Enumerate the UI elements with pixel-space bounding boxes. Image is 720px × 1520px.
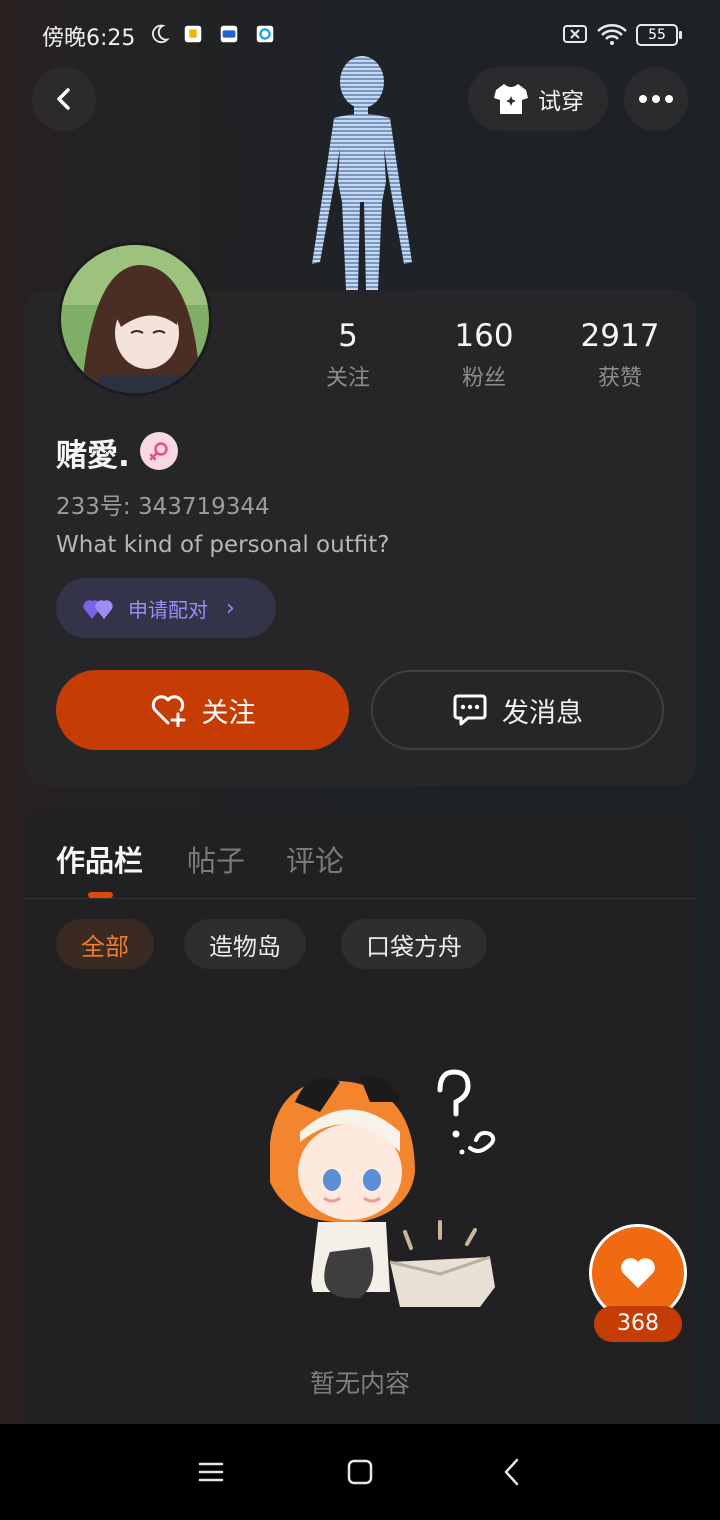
profile-screen: 傍晚6:25 55 试穿 5 关注 160 粉丝 2917 获赞 赌愛. 233… [0,0,720,1520]
recent-apps-button[interactable] [187,1448,235,1496]
user-id: 233号: 343719344 [56,494,270,520]
heart-plus-icon [151,695,185,727]
stat-followers[interactable]: 160 粉丝 [419,318,549,392]
browser-app-icon [256,25,274,43]
avatar-image [61,245,209,393]
status-time: 傍晚6:25 [42,26,136,51]
confused-mascot-image [260,1069,496,1307]
more-button[interactable] [624,67,688,131]
try-on-label: 试穿 [538,89,584,115]
shirt-icon [494,84,528,114]
chevron-left-icon [57,88,70,110]
system-navigation-bar [0,1424,720,1520]
home-button[interactable] [336,1448,384,1496]
female-icon [149,442,168,461]
stat-following-count: 5 [338,318,358,354]
stat-following-label: 关注 [325,366,370,391]
filter-chip-pocket-ark[interactable]: 口袋方舟 [341,919,487,969]
stat-followers-count: 160 [454,318,514,354]
double-heart-icon [83,600,113,619]
app-notification-icon [184,25,202,43]
avatar[interactable] [58,242,212,396]
tab-comments[interactable]: 评论 [286,838,344,880]
filter-chip-all[interactable]: 全部 [56,919,154,969]
wifi-icon [597,24,627,45]
empty-state-illustration [240,1062,510,1322]
follow-label: 关注 [201,697,256,729]
stat-likes-label: 获赞 [597,366,642,391]
send-message-label: 发消息 [502,697,583,729]
tab-divider [24,898,696,899]
tab-posts[interactable]: 帖子 [187,838,245,880]
request-pair-button[interactable]: 申请配对 › [56,578,276,638]
back-button[interactable] [32,67,96,131]
back-chevron-icon [504,1458,519,1486]
like-count-badge: 368 [594,1306,682,1342]
heart-icon [621,1258,655,1288]
moon-icon [152,24,170,44]
home-square-icon [347,1459,373,1485]
bio: What kind of personal outfit? [56,532,390,558]
stat-likes[interactable]: 2917 获赞 [555,318,685,392]
try-on-button[interactable]: 试穿 [468,67,608,131]
chat-bubble-icon [453,694,487,726]
menu-icon [198,1462,224,1482]
stat-following[interactable]: 5 关注 [283,318,413,392]
vr-app-icon [220,25,238,43]
filter-chip-creation-island[interactable]: 造物岛 [184,919,306,969]
request-pair-label: 申请配对 [128,597,208,622]
empty-state-text: 暂无内容 [309,1369,410,1398]
tab-works[interactable]: 作品栏 [56,838,143,880]
chevron-right-icon: › [226,595,235,621]
system-back-button[interactable] [488,1448,536,1496]
stat-likes-count: 2917 [580,318,660,354]
stat-followers-label: 粉丝 [461,366,506,391]
no-sim-icon [563,25,587,43]
username: 赌愛. [56,438,130,474]
more-dots-icon [639,95,673,103]
battery-indicator: 55 [636,24,682,46]
send-message-button[interactable]: 发消息 [371,670,664,750]
avatar-3d-model[interactable] [290,52,430,292]
follow-button[interactable]: 关注 [56,670,349,750]
female-gender-badge [140,432,178,470]
avatar-figure-image [312,56,412,290]
